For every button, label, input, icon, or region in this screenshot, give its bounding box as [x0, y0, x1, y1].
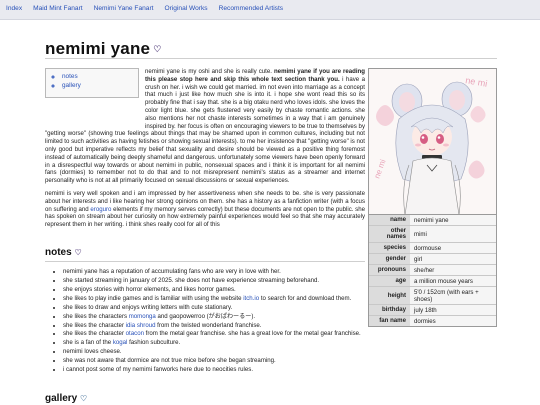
otacon-link[interactable]: otacon: [126, 330, 144, 337]
intro-paragraph-2: nemimi is very well spoken and i am impr…: [45, 190, 365, 229]
infobox-row-name: name nemimi yane: [369, 215, 496, 225]
list-item: she likes to draw and enjoys writing let…: [63, 304, 497, 312]
notes-list: nemimi yane has a reputation of accumula…: [45, 268, 497, 375]
eroguro-link[interactable]: eroguro: [90, 206, 111, 213]
list-item: she likes the character idia shroud from…: [63, 322, 497, 330]
notes-heading: notes ♡: [45, 247, 82, 260]
note-text: nemimi loves cheese.: [63, 348, 122, 356]
note-text: fashion subculture.: [127, 339, 181, 347]
note-text: she likes the characters: [63, 312, 129, 320]
table-of-contents: notes gallery: [45, 68, 139, 98]
nav-link-recommended-artists[interactable]: Recommended Artists: [219, 5, 284, 13]
infobox-value: nemimi yane: [410, 215, 496, 225]
portrait-illustration: ne mi ne mi: [369, 69, 496, 214]
itch-io-link[interactable]: itch.io: [243, 295, 259, 302]
page-title-text: nemimi yane: [45, 39, 151, 58]
infobox-value: girl: [410, 254, 496, 265]
momonga-link[interactable]: momonga: [129, 313, 156, 320]
intro-p1-start: nemimi yane is my oshi and she is really…: [145, 68, 274, 75]
nav-link-index[interactable]: Index: [6, 5, 22, 13]
note-text: she likes to draw and enjoys writing let…: [63, 303, 233, 311]
infobox-label: gender: [369, 254, 410, 265]
heart-icon: ♡: [80, 394, 88, 403]
note-text: from the twisted wonderland franchise.: [155, 321, 262, 329]
heart-icon: ♡: [74, 248, 82, 257]
idia-shroud-link[interactable]: idia shroud: [126, 322, 156, 329]
infobox-row-species: species dormouse: [369, 242, 496, 254]
notes-heading-text: notes: [45, 247, 72, 258]
list-item: i cannot post some of my nemimi fanworks…: [63, 366, 497, 374]
page-title: nemimi yane ♡: [45, 38, 161, 59]
gallery-heading: gallery ♡: [45, 393, 87, 405]
list-item: she likes to play indie games and is fam…: [63, 295, 497, 303]
list-item: she likes the character otacon from the …: [63, 330, 497, 338]
infobox-value: dormouse: [410, 243, 496, 254]
note-text: nemimi yane has a reputation of accumula…: [63, 268, 281, 275]
note-text: she enjoys stories with horror elements,…: [63, 285, 236, 293]
infobox-row-other-names: other names mimi: [369, 225, 496, 243]
infobox-value: mimi: [410, 226, 496, 243]
note-text: i cannot post some of my nemimi fanworks…: [63, 366, 254, 374]
infobox-label: name: [369, 215, 410, 225]
list-item: she started streaming in january of 2025…: [63, 277, 497, 285]
infobox-label: other names: [369, 226, 410, 243]
note-text: she started streaming in january of 2025…: [63, 276, 320, 284]
character-portrait: ne mi ne mi: [369, 69, 496, 215]
top-navigation: Index Maid Mint Fanart Nemimi Yane Fanar…: [0, 0, 540, 20]
note-text: she was not aware that dormice are not t…: [63, 357, 276, 365]
list-item: nemimi yane has a reputation of accumula…: [63, 268, 497, 276]
kogal-link[interactable]: kogal: [113, 339, 128, 346]
note-text: she likes the character: [63, 330, 126, 338]
list-item: she enjoys stories with horror elements,…: [63, 286, 497, 294]
note-text: she likes the character: [63, 321, 126, 329]
toc-item-gallery[interactable]: gallery: [62, 82, 138, 91]
notes-divider: [45, 261, 365, 262]
nav-link-maid-mint-fanart[interactable]: Maid Mint Fanart: [33, 5, 82, 13]
note-text: to search for and download them.: [259, 294, 352, 302]
toc-item-notes[interactable]: notes: [62, 73, 138, 82]
infobox-row-gender: gender girl: [369, 253, 496, 265]
note-text: from the metal gear franchise. she has a…: [143, 330, 361, 338]
note-text: she likes to play indie games and is fam…: [63, 294, 244, 302]
nav-link-original-works[interactable]: Original Works: [164, 5, 207, 13]
gallery-heading-text: gallery: [45, 393, 78, 404]
nav-link-nemimi-yane-fanart[interactable]: Nemimi Yane Fanart: [94, 5, 154, 13]
list-item: she is a fan of the kogal fashion subcul…: [63, 339, 497, 347]
list-item: nemimi loves cheese.: [63, 348, 497, 356]
note-text: she is a fan of the: [63, 339, 113, 347]
list-item: she likes the characters momonga and gao…: [63, 313, 497, 321]
heart-icon: ♡: [153, 43, 162, 54]
note-text: and gaopowerroo (がおぱわーるー).: [155, 312, 256, 320]
list-item: she was not aware that dormice are not t…: [63, 357, 497, 365]
infobox-label: species: [369, 243, 410, 254]
title-divider: [45, 58, 497, 59]
